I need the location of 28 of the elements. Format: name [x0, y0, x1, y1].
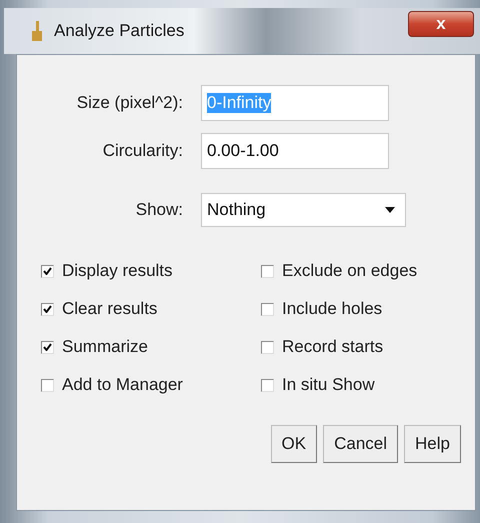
app-icon: [32, 21, 42, 41]
checkbox[interactable]: [261, 340, 274, 354]
checkbox[interactable]: [261, 302, 274, 316]
checkbox-option[interactable]: In situ Show: [261, 375, 475, 395]
checkbox-option[interactable]: Display results: [41, 261, 261, 281]
input-field[interactable]: 0.00-1.00: [201, 133, 389, 169]
dialog-button[interactable]: Cancel: [323, 425, 398, 463]
dialog-button[interactable]: OK: [270, 425, 318, 463]
dialog-button[interactable]: Help: [404, 425, 461, 463]
checkbox-option[interactable]: Record starts: [261, 337, 475, 357]
checkbox[interactable]: [41, 340, 54, 354]
field-label: Show:: [134, 200, 183, 220]
checkbox[interactable]: [41, 378, 54, 392]
checkbox-option[interactable]: Add to Manager: [41, 375, 261, 395]
checkbox-option[interactable]: Include holes: [261, 299, 475, 319]
checkbox[interactable]: [261, 264, 274, 278]
checkbox-option[interactable]: Clear results: [41, 299, 261, 319]
caret-icon: [385, 207, 395, 213]
field-label: Size (pixel^2):: [76, 93, 183, 113]
field-label: Circularity:: [102, 141, 183, 161]
close-button[interactable]: x: [408, 11, 474, 37]
show-dropdown[interactable]: Nothing: [201, 193, 406, 227]
window-title: Analyze Particles: [54, 21, 186, 41]
checkbox-option[interactable]: Summarize: [41, 337, 261, 357]
checkbox[interactable]: [261, 378, 274, 392]
checkbox[interactable]: [41, 302, 54, 316]
checkbox-option[interactable]: Exclude on edges: [261, 261, 475, 281]
checkbox[interactable]: [41, 264, 54, 278]
